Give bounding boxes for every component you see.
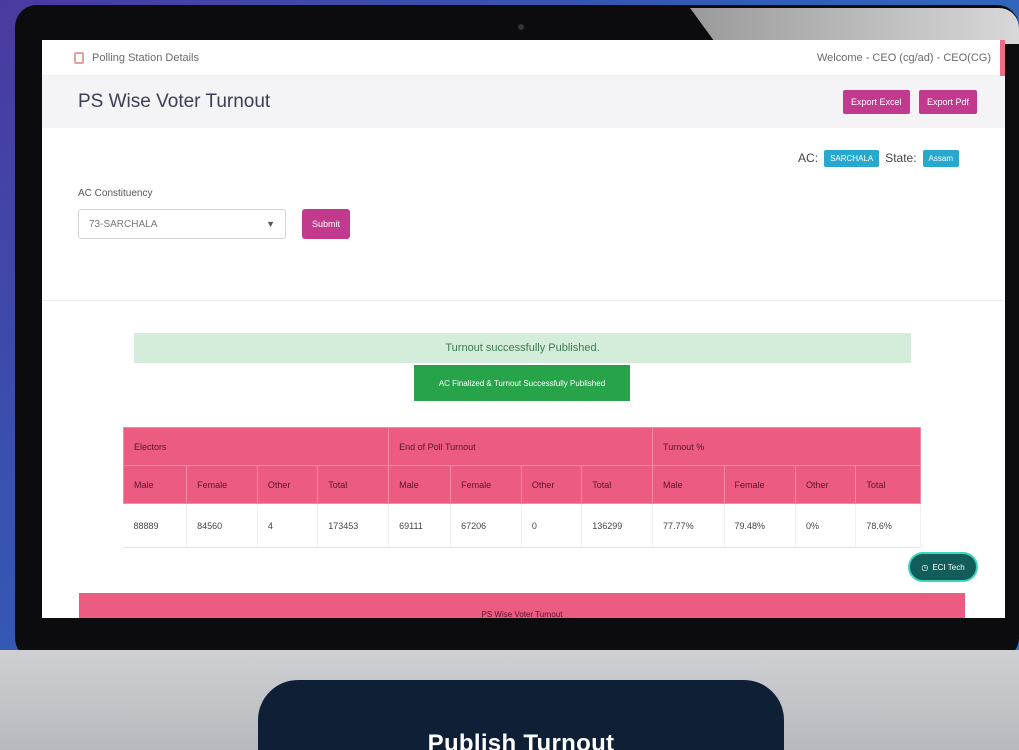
constituency-select[interactable]: 73-SARCHALA ▼ (78, 209, 286, 239)
table-cell: 79.48% (724, 503, 797, 548)
group-header-turnout-percent: Turnout % (652, 427, 921, 466)
table-cell: 78.6% (855, 503, 921, 548)
column-header: Male (388, 465, 452, 504)
caption-bar: Publish Turnout (258, 680, 784, 750)
column-header: Male (652, 465, 725, 504)
table-group-row: Electors End of Poll Turnout Turnout % (122, 427, 921, 466)
column-header: Other (520, 465, 583, 504)
column-header: Female (450, 465, 522, 504)
table-column-row: Male Female Other Total Male Female Othe… (122, 465, 921, 504)
table-cell: 136299 (581, 503, 654, 548)
divider (42, 300, 1005, 301)
caret-down-icon: ▼ (266, 219, 275, 229)
table-cell: 0 (521, 503, 583, 548)
turnout-table: Electors End of Poll Turnout Turnout % M… (122, 427, 921, 548)
welcome-text[interactable]: Welcome - CEO (cg/ad) - CEO(CG) (817, 52, 991, 64)
screen-glare (690, 8, 1019, 44)
table-row: 88889 84560 4 173453 69111 67206 0 13629… (123, 503, 921, 548)
location-pin-icon (74, 51, 84, 64)
column-header: Other (256, 465, 319, 504)
state-badge: Assam (922, 149, 959, 167)
page-title: PS Wise Voter Turnout (78, 91, 271, 112)
success-alert: Turnout successfully Published. (134, 333, 911, 363)
group-header-electors: Electors (122, 427, 390, 466)
column-header: Total (317, 465, 390, 504)
table-cell: 88889 (123, 503, 188, 548)
chat-button[interactable]: ◷ ECI Tech (908, 552, 978, 582)
app-screen: Polling Station Details Welcome - CEO (c… (42, 40, 1005, 618)
ac-info-row: AC: SARCHALA State: Assam (42, 128, 1005, 188)
table-cell: 4 (257, 503, 319, 548)
constituency-form: AC Constituency 73-SARCHALA ▼ Submit (42, 188, 1005, 288)
chat-label: ECI Tech (932, 562, 965, 572)
column-header: Total (581, 465, 654, 504)
table-cell: 77.77% (652, 503, 725, 548)
group-header-end-of-poll: End of Poll Turnout (388, 427, 654, 466)
ps-wise-banner: PS Wise Voter Turnout (79, 593, 965, 618)
breadcrumb[interactable]: Polling Station Details (92, 52, 199, 64)
submit-button[interactable]: Submit (302, 209, 351, 239)
top-bar: Polling Station Details Welcome - CEO (c… (42, 40, 1005, 76)
column-header: Other (795, 465, 857, 504)
table-cell: 69111 (388, 503, 452, 548)
publish-status-button[interactable]: AC Finalized & Turnout Successfully Publ… (414, 365, 630, 401)
webcam (518, 24, 524, 30)
chat-icon: ◷ (921, 562, 929, 572)
export-excel-button[interactable]: Export Excel (842, 90, 910, 114)
column-header: Female (723, 465, 797, 504)
ac-label: AC: (798, 151, 819, 165)
page-header: PS Wise Voter Turnout Export Excel Expor… (42, 76, 1005, 128)
table-cell: 173453 (317, 503, 390, 548)
constituency-label: AC Constituency (78, 188, 153, 199)
state-label: State: (885, 151, 917, 165)
topbar-accent (1000, 40, 1005, 76)
column-header: Male (122, 465, 188, 504)
column-header: Female (186, 465, 258, 504)
table-cell: 67206 (450, 503, 522, 548)
caption-text: Publish Turnout (427, 730, 615, 750)
table-cell: 0% (795, 503, 857, 548)
export-pdf-button[interactable]: Export Pdf (918, 90, 977, 114)
column-header: Total (855, 465, 921, 504)
constituency-selected-value: 73-SARCHALA (89, 218, 158, 230)
ac-badge: SARCHALA (824, 149, 880, 167)
table-cell: 84560 (186, 503, 258, 548)
